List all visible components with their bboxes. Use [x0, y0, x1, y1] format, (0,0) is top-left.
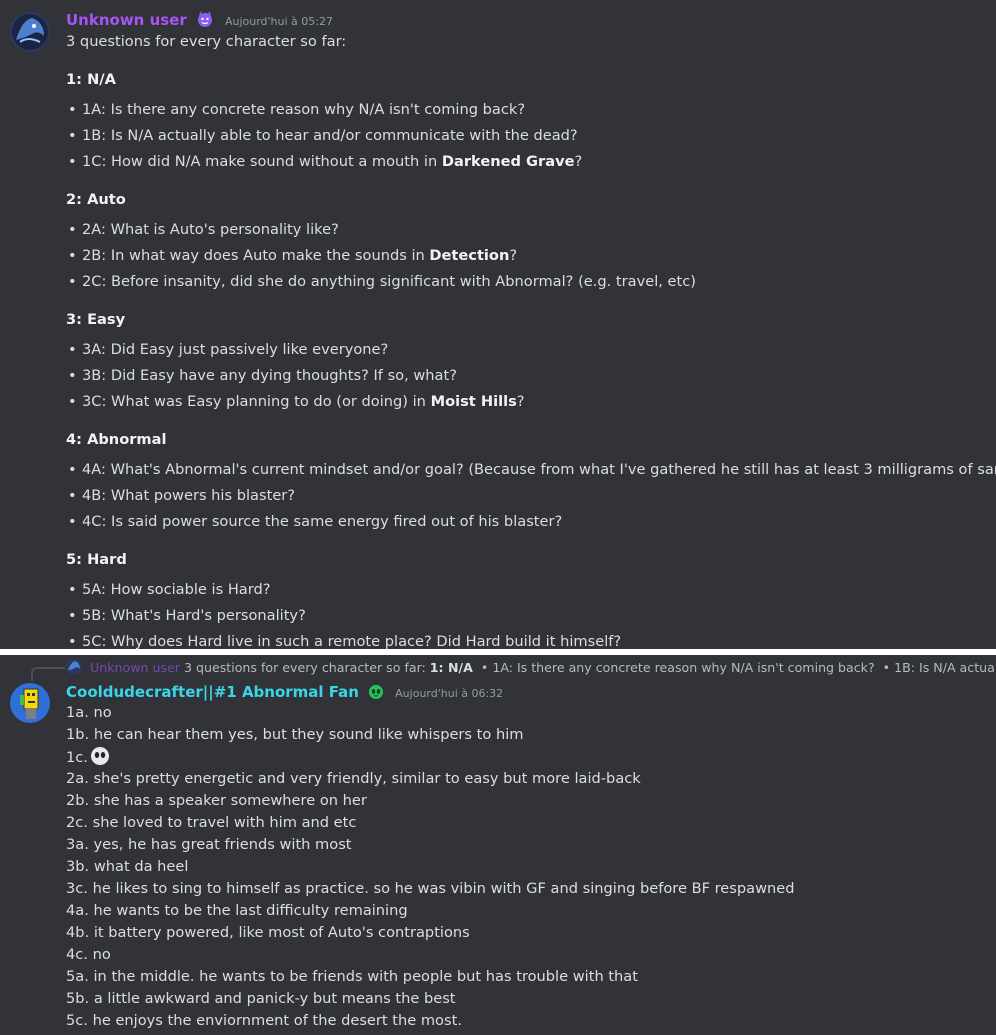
answer-line: 2a. she's pretty energetic and very frie… [66, 768, 795, 790]
username[interactable]: Unknown user [66, 11, 187, 29]
reply-avatar [66, 659, 82, 675]
question-item: 4C: Is said power source the same energy… [68, 511, 996, 533]
section-title: 1: N/A [66, 71, 116, 88]
question-list: 5A: How sociable is Hard? 5B: What's Hard… [66, 579, 996, 649]
timestamp: Aujourd'hui à 06:32 [395, 687, 504, 700]
answer-text: 3c. he likes to sing to himself as pract… [66, 880, 795, 897]
answer-text: 1c. [66, 749, 88, 766]
question-list: 1A: Is there any concrete reason why N/A… [66, 99, 996, 173]
question-item: 1B: Is N/A actually able to hear and/or … [68, 125, 996, 147]
question-item: 5C: Why does Hard live in such a remote … [68, 631, 996, 649]
answer-line: 2b. she has a speaker somewhere on her [66, 790, 795, 812]
reply-text: 3 questions for every character so far: [183, 660, 430, 675]
green-alien-emoji-icon [368, 684, 384, 704]
answer-text: 3a. yes, he has great friends with most [66, 836, 352, 853]
question-list: 2A: What is Auto's personality like? 2B: … [66, 219, 996, 293]
question-item: 2A: What is Auto's personality like? [68, 219, 996, 241]
answer-text: 2c. she loved to travel with him and etc [66, 814, 357, 831]
question-item: 4B: What powers his blaster? [68, 485, 996, 507]
answer-line: 5a. in the middle. he wants to be friend… [66, 966, 795, 988]
bold-text: Moist Hills [430, 393, 517, 410]
section-title: 3: Easy [66, 311, 126, 328]
message-cooldudecrafter: Unknown user 3 questions for every chara… [0, 655, 996, 1035]
message-unknown-user: Unknown user Aujourd'hui à 05:27 3 quest… [0, 0, 996, 649]
answer-line: 1a. no [66, 702, 795, 724]
avatar[interactable] [10, 683, 50, 723]
answer-line: 3c. he likes to sing to himself as pract… [66, 878, 795, 900]
answer-text: 4a. he wants to be the last difficulty r… [66, 902, 408, 919]
question-text: 3C: What was Easy planning to do (or doi… [82, 393, 431, 410]
answer-text: 2a. she's pretty energetic and very frie… [66, 770, 641, 787]
answer-line: 5c. he enjoys the enviornment of the des… [66, 1010, 795, 1032]
answer-text: 5c. he enjoys the enviornment of the des… [66, 1012, 462, 1029]
question-item: 1C: How did N/A make sound without a mou… [68, 151, 996, 173]
message-intro: 3 questions for every character so far: [66, 33, 347, 50]
answer-text: 5a. in the middle. he wants to be friend… [66, 968, 638, 985]
answer-text: 3b. what da heel [66, 858, 189, 875]
question-item: 5A: How sociable is Hard? [68, 579, 996, 601]
answer-line: 3b. what da heel [66, 856, 795, 878]
bold-text: Darkened Grave [441, 153, 575, 170]
question-item: 3C: What was Easy planning to do (or doi… [68, 391, 996, 413]
message-header: Unknown user Aujourd'hui à 05:27 [66, 10, 333, 32]
reply-rest: • 1A: Is there any concrete reason why N… [480, 660, 996, 675]
answer-text: 1a. no [66, 704, 112, 721]
answer-line: 4c. no [66, 944, 795, 966]
answer-line: 5b. a little awkward and panick-y but me… [66, 988, 795, 1010]
answer-text: 4c. no [66, 946, 111, 963]
purple-demon-emoji-icon [196, 10, 214, 32]
answer-line: 1c. [66, 746, 795, 768]
answer-text: 2b. she has a speaker somewhere on her [66, 792, 367, 809]
question-item: 1A: Is there any concrete reason why N/A… [68, 99, 996, 121]
reply-username[interactable]: Unknown user [90, 660, 180, 675]
section-title: 4: Abnormal [66, 431, 167, 448]
reply-preview[interactable]: Unknown user 3 questions for every chara… [66, 659, 996, 675]
question-item: 3B: Did Easy have any dying thoughts? If… [68, 365, 996, 387]
timestamp: Aujourd'hui à 05:27 [224, 15, 333, 28]
question-text: 1C: How did N/A make sound without a mou… [82, 153, 442, 170]
answer-line: 2c. she loved to travel with him and etc [66, 812, 795, 834]
message-content: 1a. no 1b. he can hear them yes, but they… [66, 702, 795, 1032]
answer-line: 4b. it battery powered, like most of Aut… [66, 922, 795, 944]
answer-line: 1b. he can hear them yes, but they sound… [66, 724, 795, 746]
message-header: Cooldudecrafter||#1 Abnormal Fan Aujourd… [66, 682, 503, 704]
bold-text: Detection [429, 247, 510, 264]
question-item: 2C: Before insanity, did she do anything… [68, 271, 996, 293]
answer-line: 4a. he wants to be the last difficulty r… [66, 900, 795, 922]
message-content: 3 questions for every character so far: … [66, 31, 996, 649]
question-text: 2B: In what way does Auto make the sound… [82, 247, 430, 264]
question-item: 4A: What's Abnormal's current mindset an… [68, 459, 996, 481]
question-list: 4A: What's Abnormal's current mindset an… [66, 459, 996, 533]
username[interactable]: Cooldudecrafter||#1 Abnormal Fan [66, 683, 359, 701]
answer-text: 4b. it battery powered, like most of Aut… [66, 924, 470, 941]
section-title: 2: Auto [66, 191, 126, 208]
question-item: 2B: In what way does Auto make the sound… [68, 245, 996, 267]
reply-connector [31, 667, 65, 681]
answer-line: 3a. yes, he has great friends with most [66, 834, 795, 856]
question-text: ? [509, 247, 518, 264]
question-text: ? [574, 153, 583, 170]
question-list: 3A: Did Easy just passively like everyon… [66, 339, 996, 413]
answer-text: 5b. a little awkward and panick-y but me… [66, 990, 456, 1007]
reply-bold: 1: N/A [429, 660, 473, 675]
answer-text: 1b. he can hear them yes, but they sound… [66, 726, 524, 743]
section-title: 5: Hard [66, 551, 127, 568]
question-item: 3A: Did Easy just passively like everyon… [68, 339, 996, 361]
question-text: ? [516, 393, 525, 410]
avatar[interactable] [10, 12, 50, 52]
question-item: 5B: What's Hard's personality? [68, 605, 996, 627]
